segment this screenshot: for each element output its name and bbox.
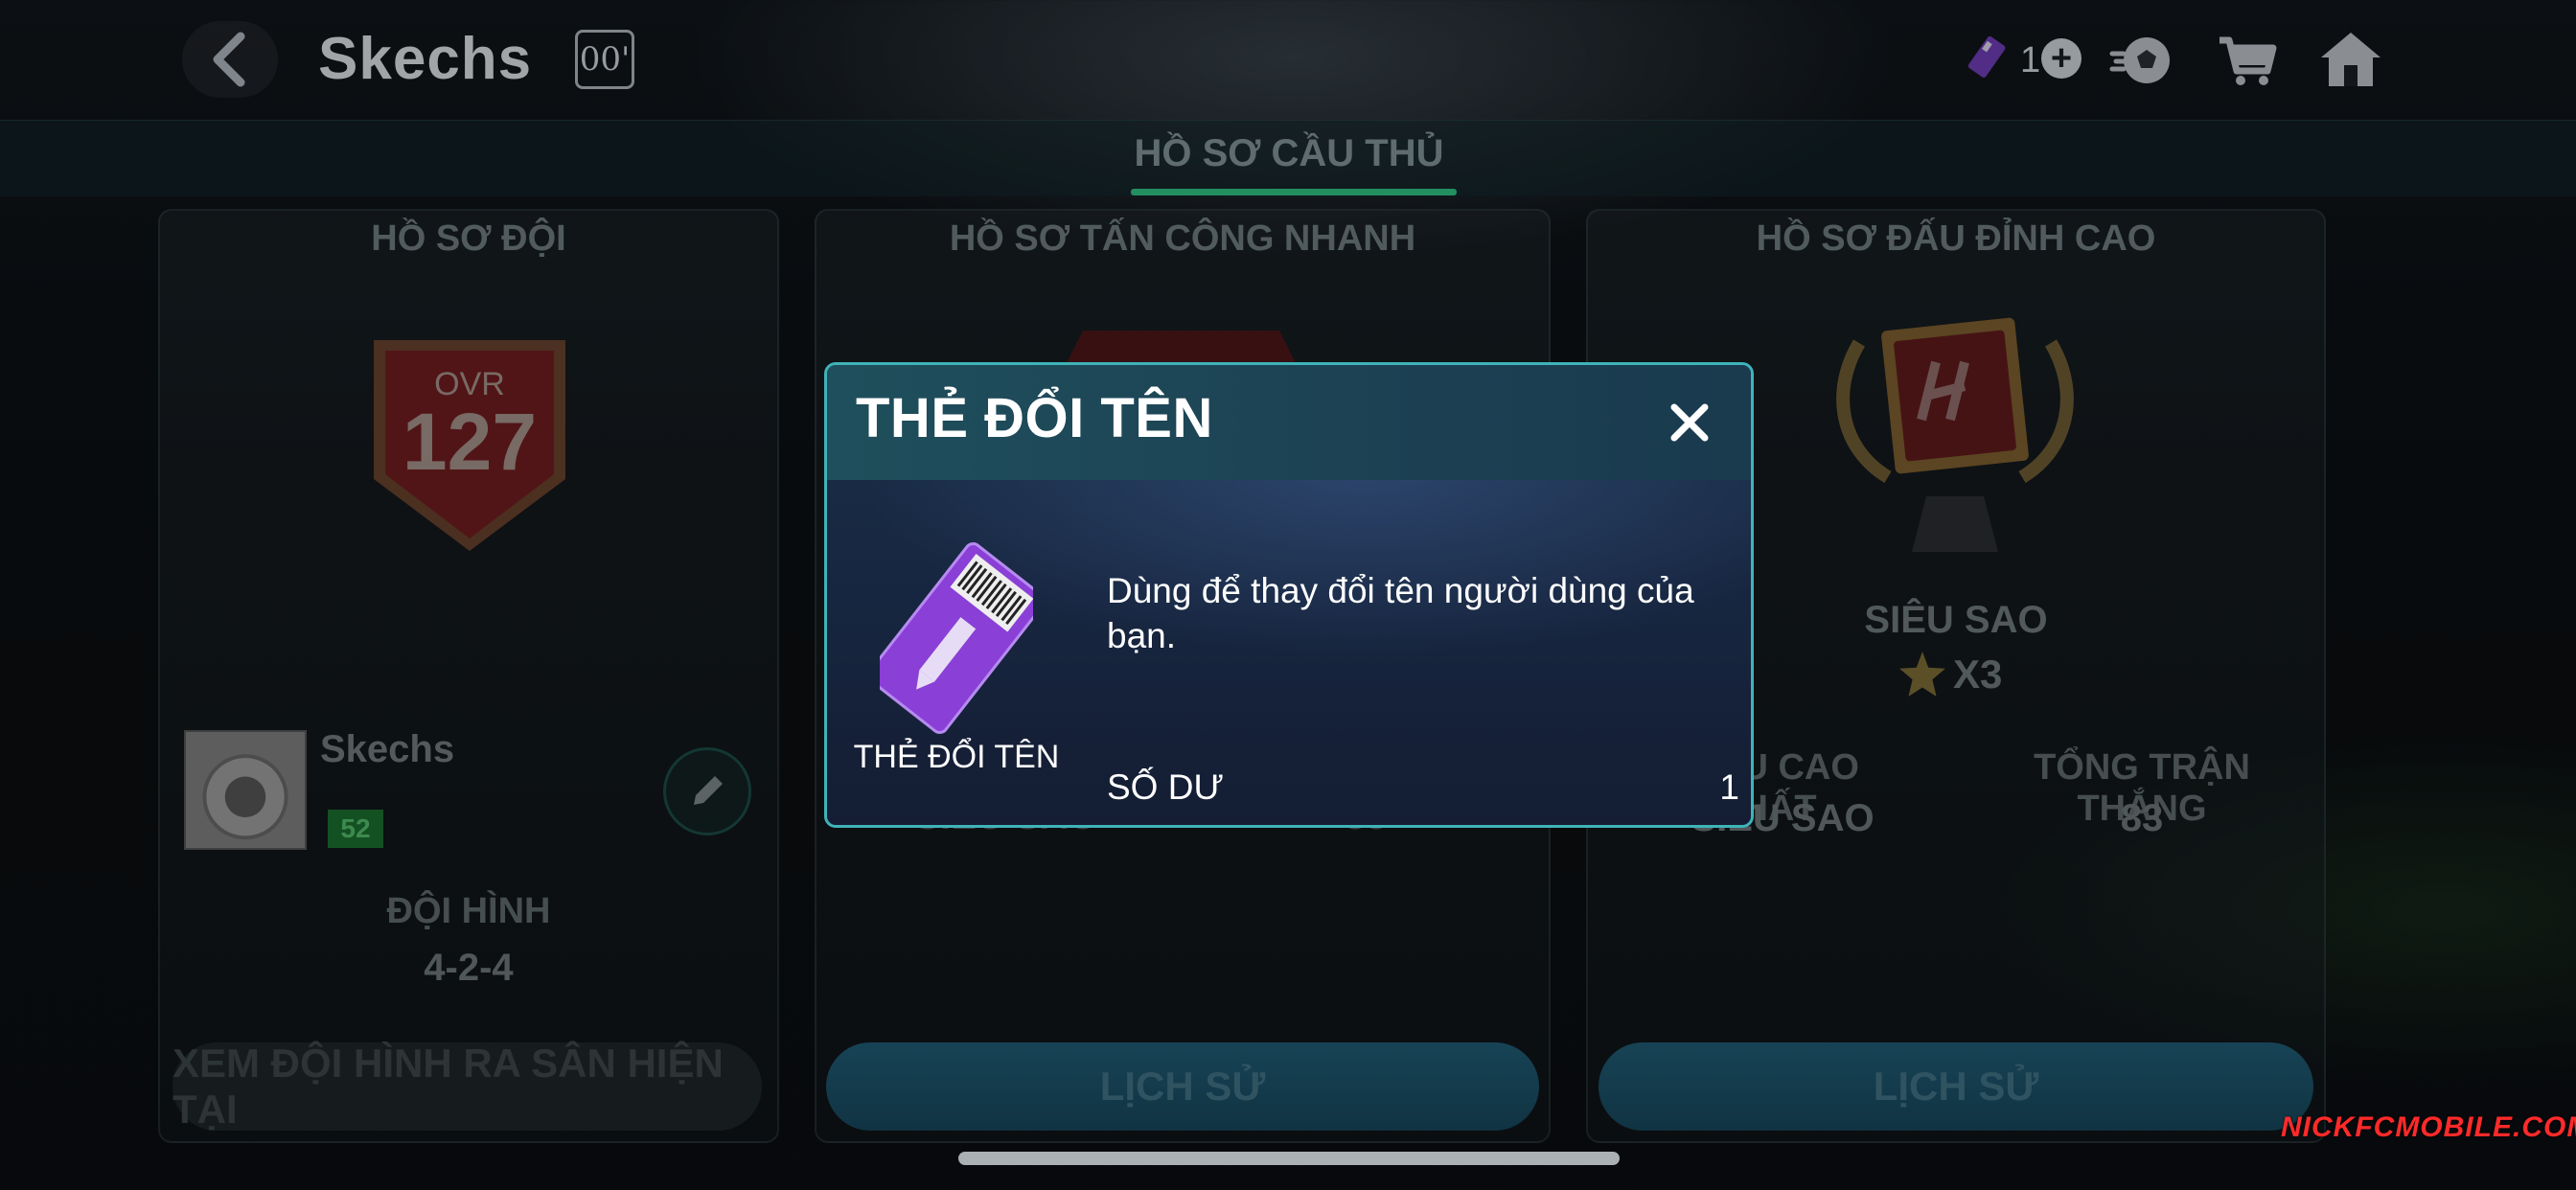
balance-value: 1: [1719, 767, 1739, 807]
watermark: NICKFCMOBILE.COM: [2281, 1111, 2576, 1143]
balance-label: SỐ DƯ: [1107, 767, 1225, 807]
item-description: Dùng để thay đổi tên người dùng của bạn.: [1107, 571, 1694, 655]
rename-ticket-modal: THẺ ĐỔI TÊN THẺ ĐỔI TÊN Dùng để thay đổi…: [824, 362, 1754, 828]
rename-ticket-icon: [880, 542, 1033, 734]
home-indicator[interactable]: [958, 1152, 1620, 1165]
close-button[interactable]: [1661, 394, 1718, 451]
modal-title: THẺ ĐỔI TÊN: [856, 387, 1213, 449]
close-icon: [1670, 403, 1709, 442]
item-caption: THẺ ĐỔI TÊN: [853, 739, 1060, 775]
